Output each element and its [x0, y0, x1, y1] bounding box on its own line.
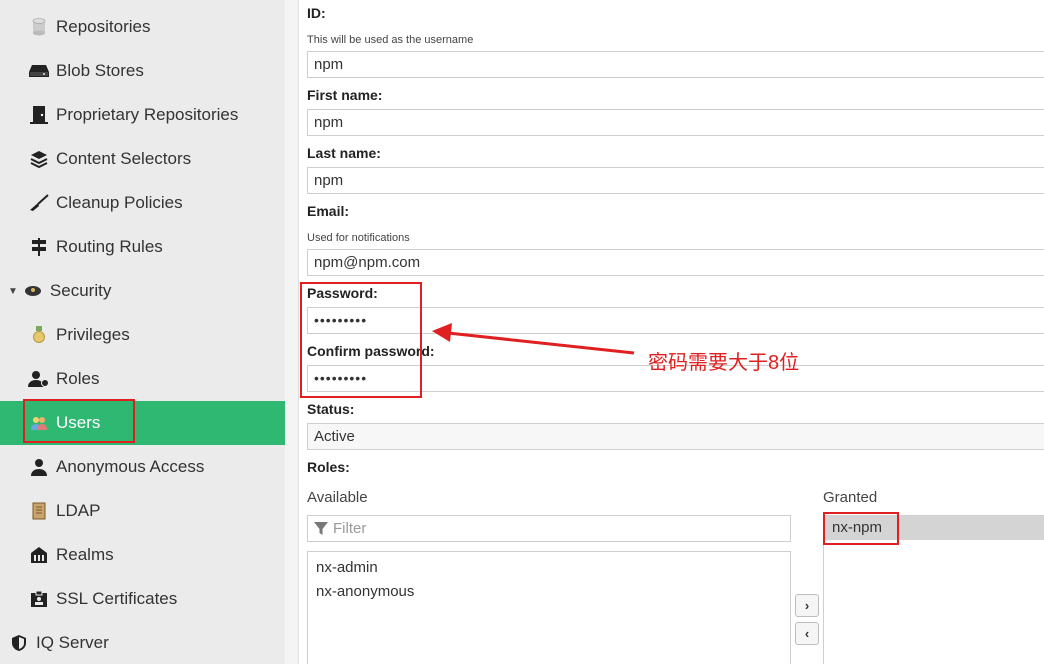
email-field[interactable]: npm@npm.com — [307, 249, 1044, 276]
move-left-button[interactable]: ‹ — [795, 622, 819, 645]
sidebar-item-label: Repositories — [56, 17, 151, 36]
move-right-button[interactable]: › — [795, 594, 819, 617]
users-highlight-box — [23, 399, 135, 443]
sidebar-item-content-selectors[interactable]: Content Selectors — [0, 137, 285, 181]
book-icon — [28, 500, 50, 522]
sidebar-item-anonymous-access[interactable]: Anonymous Access — [0, 445, 285, 489]
broom-icon — [28, 192, 50, 214]
first-name-field[interactable]: npm — [307, 109, 1044, 136]
email-help-text: Used for notifications — [307, 232, 410, 244]
sidebar-item-label: Routing Rules — [56, 237, 163, 256]
signpost-icon — [28, 236, 50, 258]
status-label: Status: — [307, 401, 355, 417]
sidebar-item-label: Cleanup Policies — [56, 193, 183, 212]
sidebar-item-label: Anonymous Access — [56, 457, 205, 476]
sidebar-item-iq-server[interactable]: IQ Server — [0, 621, 285, 664]
filter-input[interactable]: Filter — [307, 515, 791, 542]
panel-divider — [285, 0, 299, 664]
police-hat-icon — [22, 280, 44, 302]
last-name-field[interactable]: npm — [307, 167, 1044, 194]
sidebar-item-label: Roles — [56, 369, 100, 388]
medal-icon — [28, 324, 50, 346]
annotation-arrow — [432, 323, 635, 355]
sidebar-item-label: SSL Certificates — [56, 589, 178, 608]
password-highlight-box — [300, 282, 422, 398]
sidebar-item-security[interactable]: ▼ Security — [0, 269, 285, 313]
sidebar-item-proprietary-repositories[interactable]: Proprietary Repositories — [0, 93, 285, 137]
first-name-label: First name: — [307, 87, 383, 103]
id-badge-icon — [28, 588, 50, 610]
list-item[interactable]: nx-admin — [316, 556, 782, 580]
id-field[interactable]: npm — [307, 51, 1044, 78]
chevron-down-icon[interactable]: ▼ — [8, 286, 18, 297]
granted-label: Granted — [823, 489, 878, 506]
door-icon — [28, 104, 50, 126]
list-item[interactable]: nx-anonymous — [316, 580, 782, 604]
sidebar-item-label: LDAP — [56, 501, 101, 520]
database-icon — [28, 16, 50, 38]
roles-label: Roles: — [307, 459, 350, 475]
realm-icon — [28, 544, 50, 566]
sidebar-item-blob-stores[interactable]: Blob Stores — [0, 49, 285, 93]
sidebar-item-ssl-certificates[interactable]: SSL Certificates — [0, 577, 285, 621]
sidebar-item-label: Blob Stores — [56, 61, 144, 80]
shield-icon — [8, 632, 30, 654]
last-name-label: Last name: — [307, 145, 381, 161]
sidebar-item-label: Security — [49, 281, 112, 300]
hard-drive-icon — [28, 60, 50, 82]
sidebar-item-label: Content Selectors — [56, 149, 192, 168]
filter-icon — [314, 521, 328, 536]
sidebar-item-label: Privileges — [56, 325, 130, 344]
sidebar-item-privileges[interactable]: Privileges — [0, 313, 285, 357]
annotation-text: 密码需要大于8位 — [648, 352, 800, 374]
user-gear-icon — [28, 368, 50, 390]
id-help-text: This will be used as the username — [307, 34, 474, 46]
sidebar-item-repositories[interactable]: Repositories — [0, 5, 285, 49]
layers-icon — [28, 148, 50, 170]
filter-placeholder: Filter — [333, 520, 367, 537]
sidebar-item-label: Proprietary Repositories — [56, 105, 239, 124]
sidebar-item-realms[interactable]: Realms — [0, 533, 285, 577]
user-icon — [28, 456, 50, 478]
sidebar-item-label: Realms — [56, 545, 114, 564]
id-label: ID: — [307, 5, 326, 21]
sidebar-item-roles[interactable]: Roles — [0, 357, 285, 401]
available-label: Available — [307, 489, 368, 506]
granted-highlight-box — [823, 512, 899, 545]
email-label: Email: — [307, 203, 350, 219]
status-select[interactable]: Active — [307, 423, 1044, 450]
sidebar-item-cleanup-policies[interactable]: Cleanup Policies — [0, 181, 285, 225]
sidebar-item-routing-rules[interactable]: Routing Rules — [0, 225, 285, 269]
sidebar-item-label: IQ Server — [36, 633, 109, 652]
sidebar-item-ldap[interactable]: LDAP — [0, 489, 285, 533]
available-roles-list: nx-admin nx-anonymous — [307, 551, 791, 664]
sidebar: Repositories Blob Stores Proprietary Rep… — [0, 0, 285, 664]
